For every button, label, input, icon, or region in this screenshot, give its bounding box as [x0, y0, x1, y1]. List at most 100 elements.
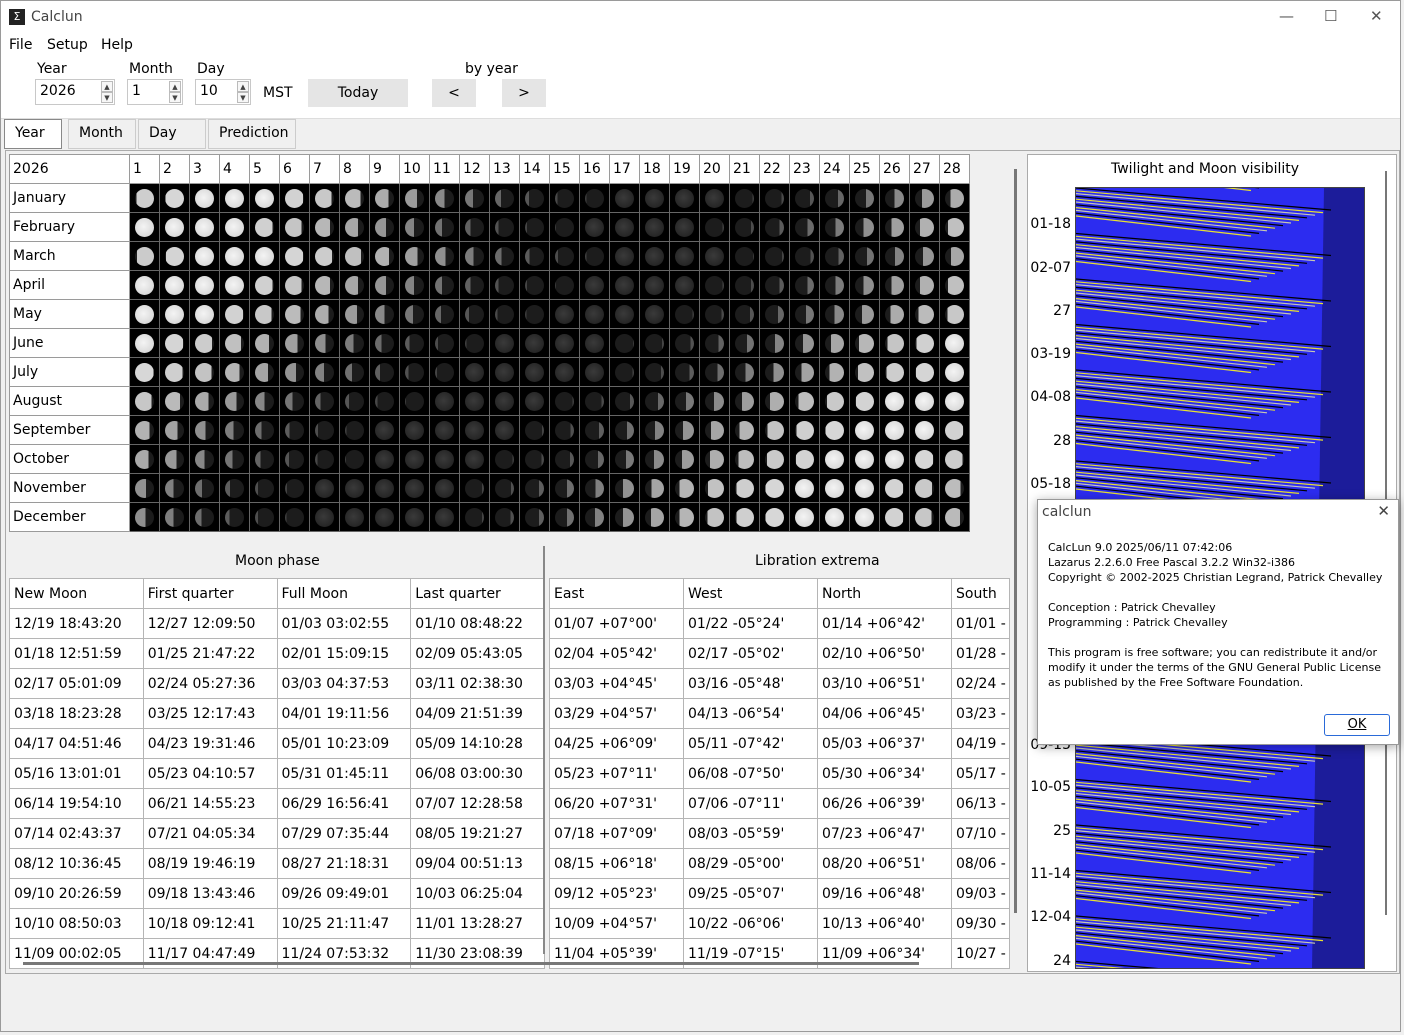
moon-cell[interactable]: [759, 241, 790, 271]
moon-cell[interactable]: [609, 241, 640, 271]
moon-cell[interactable]: [399, 386, 430, 416]
month-up-icon[interactable]: ▲: [169, 81, 181, 92]
moon-cell[interactable]: [939, 212, 970, 242]
moon-cell[interactable]: [849, 328, 880, 358]
moon-cell[interactable]: [609, 299, 640, 329]
moon-cell[interactable]: [429, 299, 460, 329]
moon-cell[interactable]: [129, 241, 160, 271]
moon-cell[interactable]: [489, 299, 520, 329]
moon-cell[interactable]: [429, 183, 460, 213]
moon-cell[interactable]: [819, 270, 850, 300]
moon-cell[interactable]: [909, 473, 940, 503]
moon-cell[interactable]: [759, 502, 790, 532]
month-spinner[interactable]: 1 ▲ ▼: [127, 79, 183, 105]
moon-cell[interactable]: [849, 299, 880, 329]
moon-cell[interactable]: [819, 328, 850, 358]
moon-cell[interactable]: [699, 328, 730, 358]
libration-header[interactable]: East: [549, 578, 684, 609]
moon-cell[interactable]: [249, 270, 280, 300]
moon-cell[interactable]: [189, 357, 220, 387]
moon-cell[interactable]: [939, 183, 970, 213]
moon-cell[interactable]: [759, 299, 790, 329]
moon-cell[interactable]: [879, 328, 910, 358]
moon-cell[interactable]: [549, 299, 580, 329]
moon-cell[interactable]: [339, 473, 370, 503]
moon-cell[interactable]: [609, 357, 640, 387]
moon-cell[interactable]: [699, 299, 730, 329]
moon-cell[interactable]: [309, 212, 340, 242]
moon-cell[interactable]: [939, 473, 970, 503]
moon-cell[interactable]: [309, 502, 340, 532]
moon-cell[interactable]: [159, 473, 190, 503]
moon-cell[interactable]: [369, 270, 400, 300]
moon-cell[interactable]: [879, 241, 910, 271]
next-button[interactable]: >: [502, 79, 546, 107]
moon-cell[interactable]: [579, 183, 610, 213]
moon-cell[interactable]: [339, 386, 370, 416]
moon-cell[interactable]: [579, 444, 610, 474]
moon-cell[interactable]: [279, 502, 310, 532]
moon-cell[interactable]: [189, 415, 220, 445]
moon-cell[interactable]: [279, 415, 310, 445]
moon-cell[interactable]: [429, 270, 460, 300]
moon-cell[interactable]: [909, 502, 940, 532]
moon-cell[interactable]: [369, 328, 400, 358]
moon-cell[interactable]: [699, 212, 730, 242]
moon-cell[interactable]: [369, 444, 400, 474]
moon-cell[interactable]: [459, 386, 490, 416]
moon-cell[interactable]: [639, 357, 670, 387]
day-down-icon[interactable]: ▼: [237, 92, 249, 103]
moon-cell[interactable]: [159, 386, 190, 416]
moon-cell[interactable]: [819, 444, 850, 474]
moon-cell[interactable]: [729, 183, 760, 213]
moon-cell[interactable]: [669, 386, 700, 416]
moon-cell[interactable]: [729, 473, 760, 503]
moon-cell[interactable]: [909, 444, 940, 474]
moon-cell[interactable]: [489, 473, 520, 503]
moon-cell[interactable]: [249, 212, 280, 242]
moon-cell[interactable]: [339, 357, 370, 387]
moon-cell[interactable]: [579, 357, 610, 387]
moon-cell[interactable]: [909, 299, 940, 329]
moon-cell[interactable]: [309, 299, 340, 329]
moon-cell[interactable]: [549, 473, 580, 503]
day-spinner[interactable]: 10 ▲ ▼: [195, 79, 251, 105]
moon-cell[interactable]: [219, 473, 250, 503]
moon-phase-header[interactable]: Full Moon: [276, 578, 412, 609]
moon-cell[interactable]: [369, 502, 400, 532]
moon-cell[interactable]: [699, 183, 730, 213]
moon-cell[interactable]: [759, 328, 790, 358]
moon-cell[interactable]: [639, 299, 670, 329]
moon-cell[interactable]: [159, 183, 190, 213]
moon-cell[interactable]: [849, 473, 880, 503]
moon-cell[interactable]: [549, 502, 580, 532]
moon-cell[interactable]: [939, 444, 970, 474]
horizontal-scrollbar[interactable]: [23, 962, 919, 965]
moon-cell[interactable]: [399, 183, 430, 213]
moon-cell[interactable]: [369, 212, 400, 242]
moon-cell[interactable]: [429, 328, 460, 358]
moon-phase-header[interactable]: Last quarter: [410, 578, 545, 609]
year-down-icon[interactable]: ▼: [101, 92, 113, 103]
moon-cell[interactable]: [819, 241, 850, 271]
moon-cell[interactable]: [609, 183, 640, 213]
moon-cell[interactable]: [549, 357, 580, 387]
today-button[interactable]: Today: [308, 79, 408, 107]
moon-cell[interactable]: [879, 386, 910, 416]
moon-cell[interactable]: [369, 299, 400, 329]
moon-cell[interactable]: [459, 241, 490, 271]
moon-cell[interactable]: [399, 415, 430, 445]
moon-cell[interactable]: [729, 241, 760, 271]
moon-cell[interactable]: [759, 386, 790, 416]
moon-cell[interactable]: [939, 241, 970, 271]
moon-cell[interactable]: [339, 212, 370, 242]
moon-cell[interactable]: [849, 502, 880, 532]
moon-cell[interactable]: [639, 386, 670, 416]
moon-cell[interactable]: [459, 415, 490, 445]
moon-cell[interactable]: [699, 270, 730, 300]
moon-cell[interactable]: [489, 415, 520, 445]
moon-cell[interactable]: [489, 502, 520, 532]
moon-cell[interactable]: [849, 183, 880, 213]
moon-cell[interactable]: [729, 212, 760, 242]
tab-month[interactable]: Month: [68, 119, 136, 149]
